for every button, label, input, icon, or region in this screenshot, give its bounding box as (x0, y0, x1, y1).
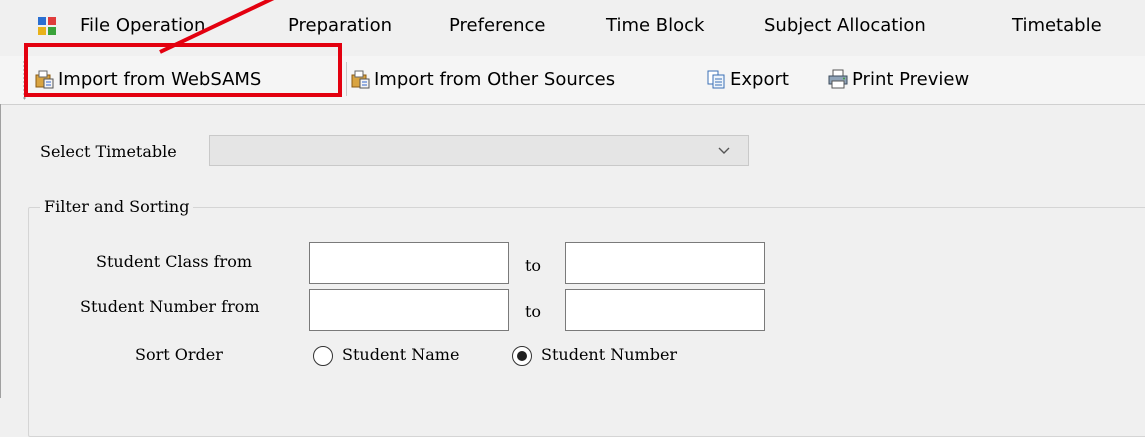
menu-item-preference[interactable]: Preference (449, 15, 546, 36)
app-icon[interactable] (38, 17, 56, 35)
student-class-from-label: Student Class from (96, 252, 253, 271)
export-button[interactable]: Export (706, 66, 789, 92)
import-icon (351, 70, 370, 89)
export-icon (707, 70, 725, 89)
student-number-from-input[interactable] (309, 289, 509, 331)
student-number-to-label: to (525, 302, 542, 321)
radio-selected-dot (517, 351, 527, 361)
sort-student-number-radio[interactable] (512, 346, 532, 366)
import-other-sources-button[interactable]: Import from Other Sources (350, 66, 615, 92)
print-preview-button[interactable]: Print Preview (828, 66, 969, 92)
student-class-to-label: to (525, 256, 542, 275)
window-left-border (0, 104, 1, 398)
select-timetable-label: Select Timetable (40, 142, 177, 161)
sort-student-number-label[interactable]: Student Number (541, 345, 677, 364)
menu-item-time-block[interactable]: Time Block (606, 15, 704, 36)
annotation-highlight-box (24, 43, 342, 97)
select-timetable-dropdown[interactable] (209, 135, 749, 166)
student-class-to-input[interactable] (565, 242, 765, 284)
menu-item-file-operation[interactable]: File Operation (80, 15, 205, 36)
chevron-down-icon (718, 147, 730, 154)
toolbar-separator (346, 62, 347, 96)
student-class-from-input[interactable] (309, 242, 509, 284)
student-number-from-label: Student Number from (80, 297, 260, 316)
export-label: Export (730, 68, 789, 90)
import-other-sources-label: Import from Other Sources (374, 68, 616, 90)
student-number-to-input[interactable] (565, 289, 765, 331)
print-preview-label: Print Preview (852, 68, 970, 90)
sort-student-name-radio[interactable] (313, 346, 333, 366)
menu-item-timetable[interactable]: Timetable (1012, 15, 1102, 36)
sort-student-name-label[interactable]: Student Name (342, 345, 459, 364)
menu-item-subject-allocation[interactable]: Subject Allocation (764, 15, 926, 36)
menu-item-preparation[interactable]: Preparation (288, 15, 392, 36)
printer-icon (828, 69, 848, 89)
sort-order-label: Sort Order (135, 345, 223, 364)
filter-and-sorting-title: Filter and Sorting (40, 197, 194, 216)
